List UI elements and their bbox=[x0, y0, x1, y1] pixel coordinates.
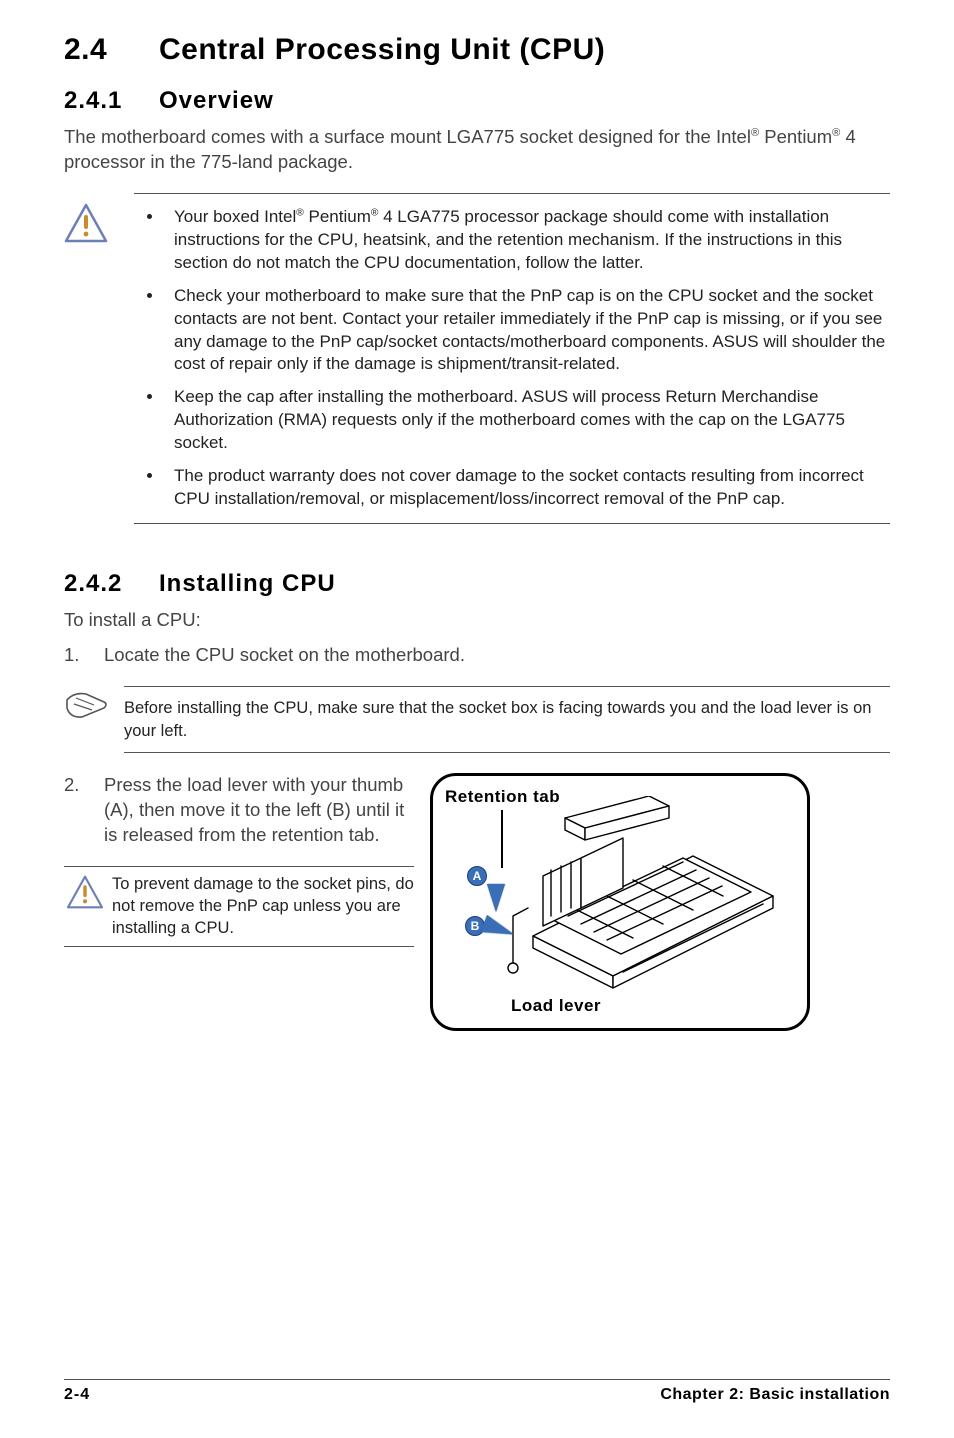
arrow-a-icon bbox=[487, 884, 505, 912]
caution-icon-col bbox=[64, 871, 112, 909]
step-body: Press the load lever with your thumb (A)… bbox=[104, 773, 890, 1031]
list-item: The product warranty does not cover dama… bbox=[164, 465, 890, 511]
subsection-overview-heading: 2.4.1Overview bbox=[64, 85, 890, 117]
caution-block-main: Your boxed Intel® Pentium® 4 LGA775 proc… bbox=[64, 193, 890, 524]
caution-block-step2: To prevent damage to the socket pins, do… bbox=[64, 866, 414, 947]
page-number: 2-4 bbox=[64, 1384, 90, 1406]
install-steps: 1. Locate the CPU socket on the motherbo… bbox=[64, 643, 890, 1031]
callout-a: A bbox=[467, 866, 487, 886]
step-body: Locate the CPU socket on the motherboard… bbox=[104, 643, 890, 763]
step-text: Press the load lever with your thumb (A)… bbox=[104, 774, 404, 845]
registered-mark: ® bbox=[751, 127, 759, 139]
registered-mark: ® bbox=[296, 207, 304, 218]
text-fragment: The motherboard comes with a surface mou… bbox=[64, 126, 751, 147]
page-footer: 2-4 Chapter 2: Basic installation bbox=[64, 1379, 890, 1406]
caution-content: Your boxed Intel® Pentium® 4 LGA775 proc… bbox=[134, 193, 890, 524]
section-number: 2.4 bbox=[64, 30, 159, 71]
caution-icon-col bbox=[64, 193, 134, 243]
caution-text: To prevent damage to the socket pins, do… bbox=[112, 871, 414, 942]
figure-label-load-lever: Load lever bbox=[511, 995, 601, 1018]
cpu-socket-illustration bbox=[473, 796, 793, 1006]
step2-right: Retention tab bbox=[430, 773, 890, 1031]
tip-icon-col bbox=[64, 686, 124, 720]
socket-figure: Retention tab bbox=[430, 773, 810, 1031]
step-2: 2. Press the load lever with your thumb … bbox=[64, 773, 890, 1031]
step-1: 1. Locate the CPU socket on the motherbo… bbox=[64, 643, 890, 763]
chapter-label: Chapter 2: Basic installation bbox=[660, 1384, 890, 1406]
subsection-title-text: Overview bbox=[159, 87, 274, 114]
text-fragment: Pentium bbox=[759, 126, 832, 147]
tip-text: Before installing the CPU, make sure tha… bbox=[124, 697, 890, 742]
subsection-installing-heading: 2.4.2Installing CPU bbox=[64, 568, 890, 600]
section-heading: 2.4Central Processing Unit (CPU) bbox=[64, 30, 890, 71]
text-fragment: Pentium bbox=[304, 207, 371, 226]
installing-lead: To install a CPU: bbox=[64, 608, 890, 633]
subsection-number: 2.4.2 bbox=[64, 568, 159, 600]
list-item: Keep the cap after installing the mother… bbox=[164, 386, 890, 455]
note-hand-icon bbox=[64, 690, 110, 720]
step2-left: Press the load lever with your thumb (A)… bbox=[104, 773, 414, 947]
tip-block: Before installing the CPU, make sure tha… bbox=[64, 686, 890, 753]
caution-icon bbox=[64, 203, 108, 243]
overview-paragraph: The motherboard comes with a surface mou… bbox=[64, 125, 890, 175]
text-fragment: Your boxed Intel bbox=[174, 207, 296, 226]
section-title-text: Central Processing Unit (CPU) bbox=[159, 33, 605, 66]
subsection-number: 2.4.1 bbox=[64, 85, 159, 117]
tip-content: Before installing the CPU, make sure tha… bbox=[124, 686, 890, 753]
step-text: Locate the CPU socket on the motherboard… bbox=[104, 644, 465, 665]
list-item: Check your motherboard to make sure that… bbox=[164, 285, 890, 377]
step2-layout: Press the load lever with your thumb (A)… bbox=[104, 773, 890, 1031]
caution-list: Your boxed Intel® Pentium® 4 LGA775 proc… bbox=[134, 206, 890, 511]
caution-icon bbox=[66, 875, 104, 909]
subsection-title-text: Installing CPU bbox=[159, 570, 336, 597]
list-item: Your boxed Intel® Pentium® 4 LGA775 proc… bbox=[164, 206, 890, 275]
